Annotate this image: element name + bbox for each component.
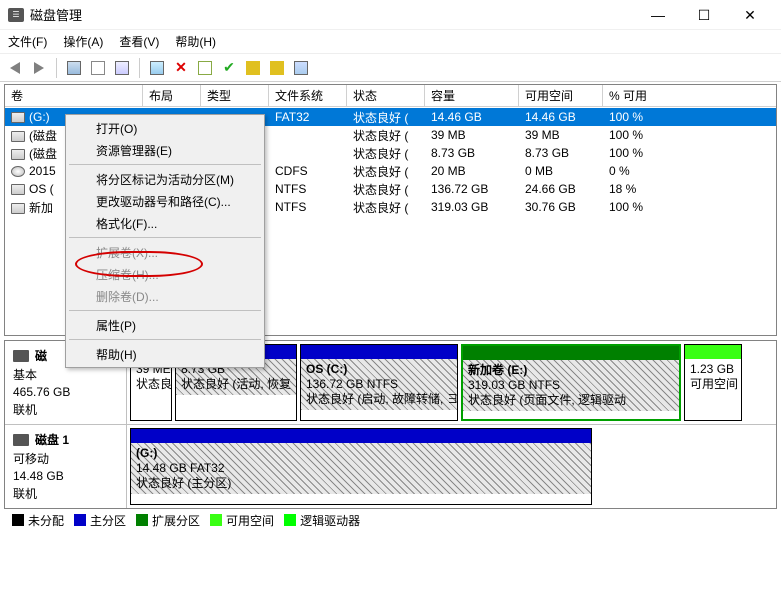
col-status[interactable]: 状态 bbox=[347, 85, 425, 106]
back-button[interactable] bbox=[6, 59, 24, 77]
legend-item: 未分配 bbox=[12, 512, 64, 529]
volume-context-menu: 打开(O)资源管理器(E) 将分区标记为活动分区(M)更改驱动器号和路径(C)..… bbox=[65, 114, 265, 368]
maximize-button[interactable]: ☐ bbox=[681, 0, 727, 30]
partition[interactable]: (G:)14.48 GB FAT32状态良好 (主分区) bbox=[130, 428, 592, 505]
legend-item: 扩展分区 bbox=[136, 512, 200, 529]
grid-header: 卷 布局 类型 文件系统 状态 容量 可用空间 % 可用 bbox=[5, 85, 776, 107]
toolbar-icon-5[interactable] bbox=[244, 59, 262, 77]
disk-1-label: 磁盘 1 可移动 14.48 GB 联机 bbox=[5, 425, 127, 508]
disk-1-partitions: (G:)14.48 GB FAT32状态良好 (主分区) bbox=[127, 425, 776, 508]
disk-1-status: 联机 bbox=[13, 485, 118, 502]
menu-view[interactable]: 查看(V) bbox=[119, 33, 159, 50]
disk-0-size: 465.76 GB bbox=[13, 385, 118, 399]
menu-item: 压缩卷(H)... bbox=[68, 263, 262, 285]
title-bar: ☰ 磁盘管理 — ☐ ✕ bbox=[0, 0, 781, 30]
forward-button[interactable] bbox=[30, 59, 48, 77]
legend: 未分配主分区扩展分区可用空间逻辑驱动器 bbox=[4, 509, 777, 531]
partition[interactable]: OS (C:)136.72 GB NTFS状态良好 (启动, 故障转储, ∃ bbox=[300, 344, 458, 421]
menu-item[interactable]: 将分区标记为活动分区(M) bbox=[68, 168, 262, 190]
window-title: 磁盘管理 bbox=[30, 5, 82, 24]
legend-item: 可用空间 bbox=[210, 512, 274, 529]
legend-item: 主分区 bbox=[74, 512, 126, 529]
disk-0-type: 基本 bbox=[13, 366, 118, 383]
toolbar: ✕ ✔ bbox=[0, 54, 781, 82]
col-free[interactable]: 可用空间 bbox=[519, 85, 603, 106]
col-filesystem[interactable]: 文件系统 bbox=[269, 85, 347, 106]
menu-item[interactable]: 格式化(F)... bbox=[68, 212, 262, 234]
delete-icon[interactable]: ✕ bbox=[172, 59, 190, 77]
menu-bar: 文件(F) 操作(A) 查看(V) 帮助(H) bbox=[0, 30, 781, 54]
partition[interactable]: 新加卷 (E:)319.03 GB NTFS状态良好 (页面文件, 逻辑驱动 bbox=[461, 344, 681, 421]
toolbar-icon-2[interactable] bbox=[89, 59, 107, 77]
menu-item: 删除卷(D)... bbox=[68, 285, 262, 307]
check-icon[interactable]: ✔ bbox=[220, 59, 238, 77]
menu-help[interactable]: 帮助(H) bbox=[175, 33, 216, 50]
col-layout[interactable]: 布局 bbox=[143, 85, 201, 106]
legend-item: 逻辑驱动器 bbox=[284, 512, 360, 529]
menu-item[interactable]: 资源管理器(E) bbox=[68, 139, 262, 161]
disk-icon bbox=[13, 434, 29, 446]
col-pct[interactable]: % 可用 bbox=[603, 85, 776, 106]
disk-0-name: 磁 bbox=[35, 347, 47, 364]
menu-item[interactable]: 更改驱动器号和路径(C)... bbox=[68, 190, 262, 212]
menu-action[interactable]: 操作(A) bbox=[63, 33, 103, 50]
minimize-button[interactable]: — bbox=[635, 0, 681, 30]
menu-item[interactable]: 打开(O) bbox=[68, 117, 262, 139]
toolbar-icon-6[interactable] bbox=[268, 59, 286, 77]
disk-1-row: 磁盘 1 可移动 14.48 GB 联机 (G:)14.48 GB FAT32状… bbox=[5, 425, 776, 508]
disk-1-type: 可移动 bbox=[13, 450, 118, 467]
col-type[interactable]: 类型 bbox=[201, 85, 269, 106]
toolbar-icon-3[interactable] bbox=[113, 59, 131, 77]
toolbar-icon-7[interactable] bbox=[292, 59, 310, 77]
grid-body: 打开(O)资源管理器(E) 将分区标记为活动分区(M)更改驱动器号和路径(C)..… bbox=[5, 107, 776, 335]
menu-file[interactable]: 文件(F) bbox=[8, 33, 47, 50]
col-volume[interactable]: 卷 bbox=[5, 85, 143, 106]
menu-item: 扩展卷(X)... bbox=[68, 241, 262, 263]
app-icon: ☰ bbox=[8, 8, 24, 22]
disk-0-status: 联机 bbox=[13, 401, 118, 418]
toolbar-icon-4[interactable] bbox=[148, 59, 166, 77]
disk-1-name: 磁盘 1 bbox=[35, 431, 69, 448]
partition[interactable]: 1.23 GB可用空间 bbox=[684, 344, 742, 421]
toolbar-icon-1[interactable] bbox=[65, 59, 83, 77]
disk-icon bbox=[13, 350, 29, 362]
disk-1-size: 14.48 GB bbox=[13, 469, 118, 483]
col-capacity[interactable]: 容量 bbox=[425, 85, 519, 106]
close-button[interactable]: ✕ bbox=[727, 0, 773, 30]
menu-item[interactable]: 帮助(H) bbox=[68, 343, 262, 365]
volume-grid: 卷 布局 类型 文件系统 状态 容量 可用空间 % 可用 打开(O)资源管理器(… bbox=[4, 84, 777, 336]
refresh-icon[interactable] bbox=[196, 59, 214, 77]
menu-item[interactable]: 属性(P) bbox=[68, 314, 262, 336]
